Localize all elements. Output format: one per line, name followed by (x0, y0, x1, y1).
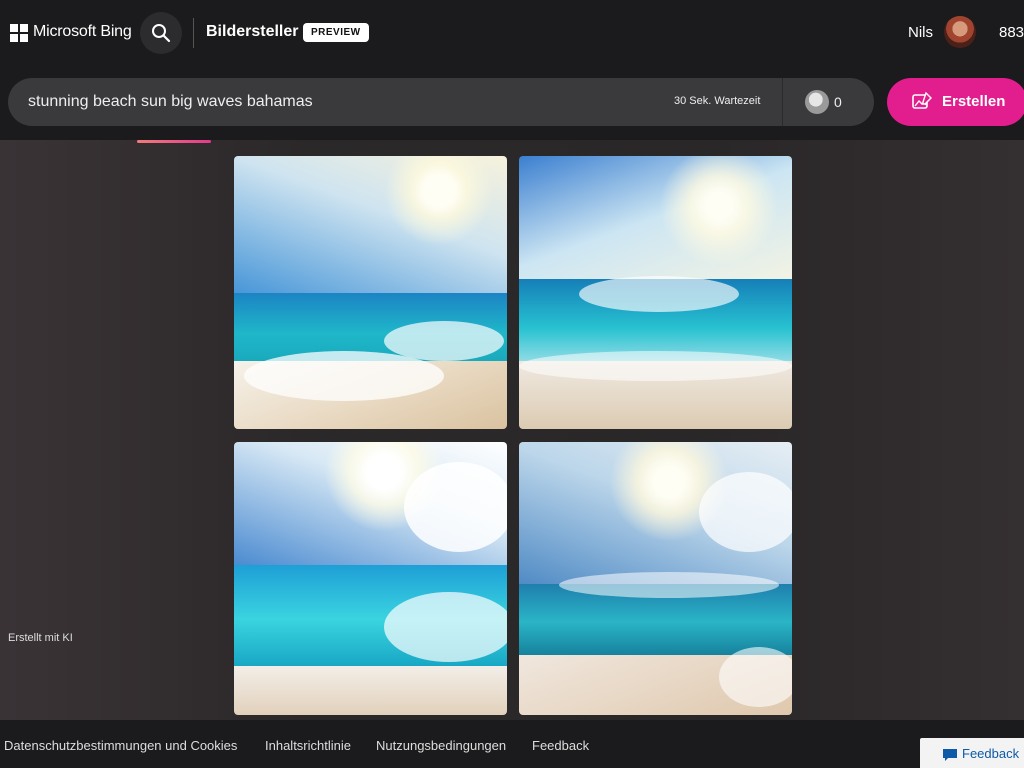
brand-name[interactable]: Microsoft Bing (33, 23, 132, 41)
avatar[interactable] (944, 16, 976, 48)
feedback-button[interactable]: Feedback (920, 738, 1024, 768)
boost-coin-icon[interactable] (805, 90, 829, 114)
create-button-label: Erstellen (942, 93, 1006, 110)
progress-indicator (137, 140, 211, 143)
microsoft-logo-icon[interactable] (10, 24, 28, 42)
prompt-input[interactable] (28, 78, 628, 126)
header-divider (193, 18, 194, 48)
generated-image-4[interactable] (519, 442, 792, 715)
feedback-button-label: Feedback (962, 746, 1020, 761)
top-header: Microsoft Bing Bildersteller PREVIEW Nil… (0, 0, 1024, 68)
prompt-bar: 30 Sek. Wartezeit 0 (8, 78, 874, 126)
rewards-points[interactable]: 883 (999, 24, 1024, 41)
preview-badge: PREVIEW (303, 23, 369, 42)
product-title[interactable]: Bildersteller (206, 23, 298, 41)
footer: Datenschutzbestimmungen und Cookies Inha… (0, 720, 1024, 768)
search-icon (152, 24, 171, 43)
generated-image-3[interactable] (234, 442, 507, 715)
prompt-separator (782, 78, 783, 126)
footer-link-terms[interactable]: Nutzungsbedingungen (376, 738, 506, 753)
image-create-icon (912, 91, 932, 109)
search-button[interactable] (140, 12, 182, 54)
create-button[interactable]: Erstellen (887, 78, 1024, 126)
prompt-bar-area: 30 Sek. Wartezeit 0 Erstellen (0, 68, 1024, 140)
user-name[interactable]: Nils (908, 24, 933, 41)
created-with-ai-label: Erstellt mit KI (8, 632, 73, 644)
chat-bubble-icon (943, 749, 957, 761)
footer-link-privacy[interactable]: Datenschutzbestimmungen und Cookies (4, 738, 237, 753)
generated-image-1[interactable] (234, 156, 507, 429)
wait-time-label: 30 Sek. Wartezeit (674, 95, 761, 107)
generated-image-2[interactable] (519, 156, 792, 429)
results-panel (0, 140, 1024, 720)
footer-link-content-policy[interactable]: Inhaltsrichtlinie (265, 738, 351, 753)
footer-link-feedback[interactable]: Feedback (532, 738, 589, 753)
boost-count: 0 (834, 94, 842, 110)
